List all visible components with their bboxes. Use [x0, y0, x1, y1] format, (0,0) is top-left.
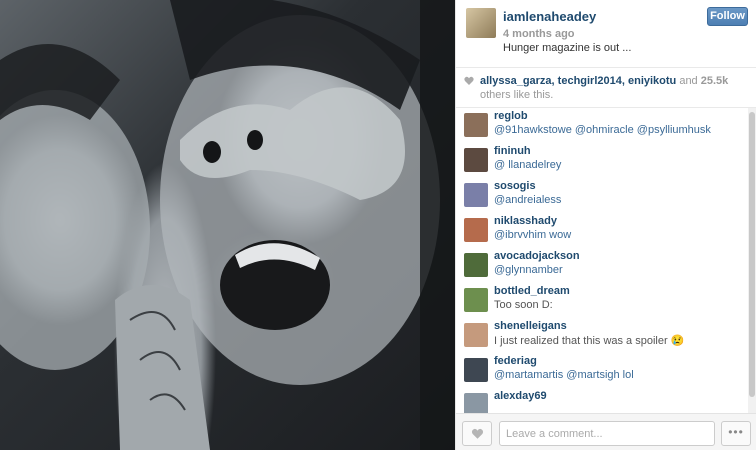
comment-text: Too soon D:: [494, 299, 553, 311]
author-username[interactable]: iamlenaheadey: [503, 9, 596, 24]
comment-item: federiag @martamartis @martsigh lol: [456, 353, 756, 388]
photo-illustration: [0, 0, 455, 450]
comment-text: @91hawkstowe @ohmiracle @psylliumhusk: [494, 124, 711, 136]
post-sidebar: iamlenaheadey 4 months ago Hunger magazi…: [455, 0, 756, 450]
comment-item: niklasshady @ibrvvhim wow: [456, 213, 756, 248]
instagram-embed: iamlenaheadey 4 months ago Hunger magazi…: [0, 0, 756, 450]
likes-summary: allyssa_garza, techgirl2014, eniyikotu a…: [456, 68, 756, 108]
comment-item: reglob @91hawkstowe @ohmiracle @psylliumh…: [456, 108, 756, 143]
like-button[interactable]: [462, 421, 492, 446]
comment-item: sosogis @andreialess: [456, 178, 756, 213]
post-photo[interactable]: [0, 0, 455, 450]
liker-names[interactable]: allyssa_garza, techgirl2014, eniyikotu: [480, 75, 676, 87]
commenter-avatar[interactable]: [464, 288, 488, 312]
commenter-avatar[interactable]: [464, 358, 488, 382]
comment-text: @andreialess: [494, 194, 562, 206]
commenter-avatar[interactable]: [464, 323, 488, 347]
more-options-button[interactable]: •••: [721, 421, 751, 446]
commenter-username[interactable]: shenelleigans: [494, 320, 567, 332]
likes-count[interactable]: 25.5k: [701, 75, 729, 87]
comment-input[interactable]: [499, 421, 715, 446]
comment-item: shenelleigans I just realized that this w…: [456, 318, 756, 353]
commenter-username[interactable]: reglob: [494, 110, 528, 122]
commenter-username[interactable]: alexday69: [494, 390, 547, 402]
heart-icon: [464, 76, 474, 85]
likes-suffix: others like this.: [480, 89, 554, 101]
comment-list: reglob @91hawkstowe @ohmiracle @psylliumh…: [456, 108, 756, 413]
post-header: iamlenaheadey 4 months ago Hunger magazi…: [456, 0, 756, 68]
likes-and-text: and: [676, 75, 701, 87]
commenter-username[interactable]: bottled_dream: [494, 285, 570, 297]
comment-item: bottled_dream Too soon D:: [456, 283, 756, 318]
commenter-avatar[interactable]: [464, 218, 488, 242]
commenter-username[interactable]: avocadojackson: [494, 250, 580, 262]
comment-text: @martamartis @martsigh lol: [494, 369, 634, 381]
commenter-avatar[interactable]: [464, 253, 488, 277]
commenter-username[interactable]: niklasshady: [494, 215, 557, 227]
author-avatar[interactable]: [466, 8, 496, 38]
comment-item: fininuh @ llanadelrey: [456, 143, 756, 178]
commenter-username[interactable]: federiag: [494, 355, 537, 367]
commenter-avatar[interactable]: [464, 183, 488, 207]
follow-button[interactable]: Follow: [707, 7, 748, 26]
commenter-avatar[interactable]: [464, 393, 488, 413]
post-timestamp[interactable]: 4 months ago: [503, 28, 575, 40]
heart-icon: [471, 428, 484, 439]
comment-scrollbar[interactable]: [748, 108, 756, 413]
comment-text: @ llanadelrey: [494, 159, 562, 171]
comment-text: I just realized that this was a spoiler …: [494, 335, 685, 347]
comment-item: avocadojackson @glynnamber: [456, 248, 756, 283]
commenter-avatar[interactable]: [464, 148, 488, 172]
post-caption: Hunger magazine is out ...: [503, 42, 632, 54]
comment-item: alexday69: [456, 388, 756, 413]
comment-text: @glynnamber: [494, 264, 563, 276]
commenter-avatar[interactable]: [464, 113, 488, 137]
commenter-username[interactable]: fininuh: [494, 145, 531, 157]
commenter-username[interactable]: sosogis: [494, 180, 536, 192]
comment-text: @ibrvvhim wow: [494, 229, 572, 241]
scrollbar-thumb[interactable]: [749, 112, 755, 397]
comment-footer: •••: [456, 413, 756, 450]
